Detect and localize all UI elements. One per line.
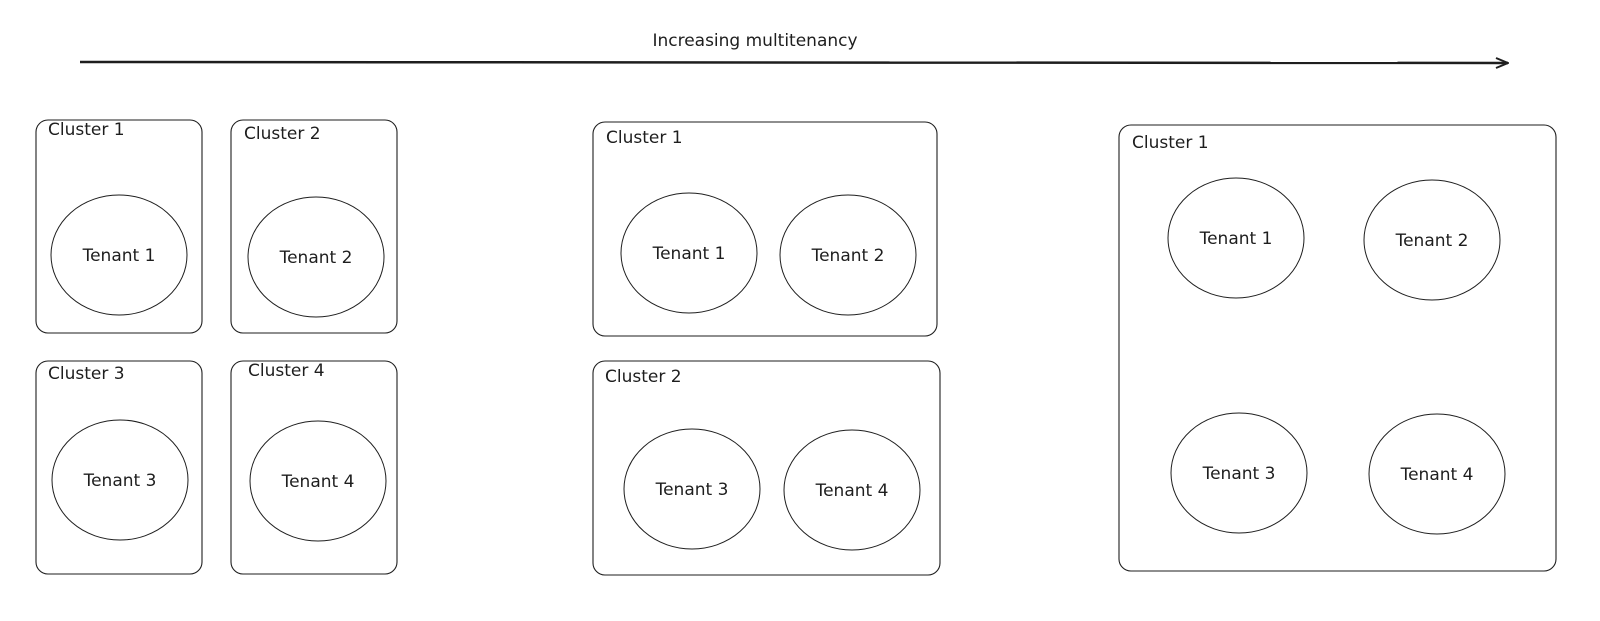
cluster-box	[1118, 124, 1557, 572]
group-one-cluster-per-tenant: Cluster 1 Tenant 1 Cluster 2 Tenant 2 Cl…	[35, 119, 398, 575]
cluster-box	[35, 119, 203, 334]
cluster: Cluster 1 Tenant 1	[35, 119, 203, 334]
cluster: Cluster 1 Tenant 1 Tenant 2 Tenant 3 Ten…	[1118, 124, 1557, 572]
cluster: Cluster 3 Tenant 3	[35, 360, 203, 575]
cluster-label: Cluster 1	[48, 120, 125, 140]
cluster-label: Cluster 3	[48, 364, 125, 384]
tenant-label: Tenant 4	[281, 472, 355, 492]
cluster-label: Cluster 2	[605, 367, 682, 387]
tenant-label: Tenant 3	[83, 471, 157, 491]
group-all-tenants-one-cluster: Cluster 1 Tenant 1 Tenant 2 Tenant 3 Ten…	[1118, 124, 1557, 572]
cluster-label: Cluster 2	[244, 124, 321, 144]
tenant-label: Tenant 1	[652, 244, 726, 264]
tenant-label: Tenant 2	[279, 248, 353, 268]
diagram-title: Increasing multitenancy	[652, 31, 857, 51]
cluster-box	[230, 119, 398, 334]
cluster: Cluster 4 Tenant 4	[230, 360, 398, 575]
tenant-label: Tenant 1	[1199, 229, 1273, 249]
cluster-label: Cluster 4	[248, 361, 325, 381]
cluster-label: Cluster 1	[606, 128, 683, 148]
cluster-label: Cluster 1	[1132, 133, 1209, 153]
cluster-box	[230, 360, 398, 575]
tenant-label: Tenant 1	[82, 246, 156, 266]
tenant-label: Tenant 2	[1395, 231, 1469, 251]
cluster-box	[35, 360, 203, 575]
group-two-tenants-per-cluster: Cluster 1 Tenant 1 Tenant 2 Cluster 2 Te…	[592, 121, 941, 576]
tenant-label: Tenant 3	[1202, 464, 1276, 484]
diagram-canvas: Increasing multitenancy Cluster 1 Tenant…	[35, 31, 1557, 576]
multitenancy-arrow	[79, 62, 1508, 63]
tenant-label: Tenant 4	[1400, 465, 1474, 485]
cluster: Cluster 2 Tenant 2	[230, 119, 398, 334]
cluster: Cluster 1 Tenant 1 Tenant 2	[592, 121, 938, 337]
cluster: Cluster 2 Tenant 3 Tenant 4	[592, 360, 941, 576]
cluster-box	[592, 360, 941, 576]
tenant-label: Tenant 4	[815, 481, 889, 501]
tenant-label: Tenant 3	[655, 480, 729, 500]
tenant-label: Tenant 2	[811, 246, 885, 266]
cluster-box	[592, 121, 938, 337]
